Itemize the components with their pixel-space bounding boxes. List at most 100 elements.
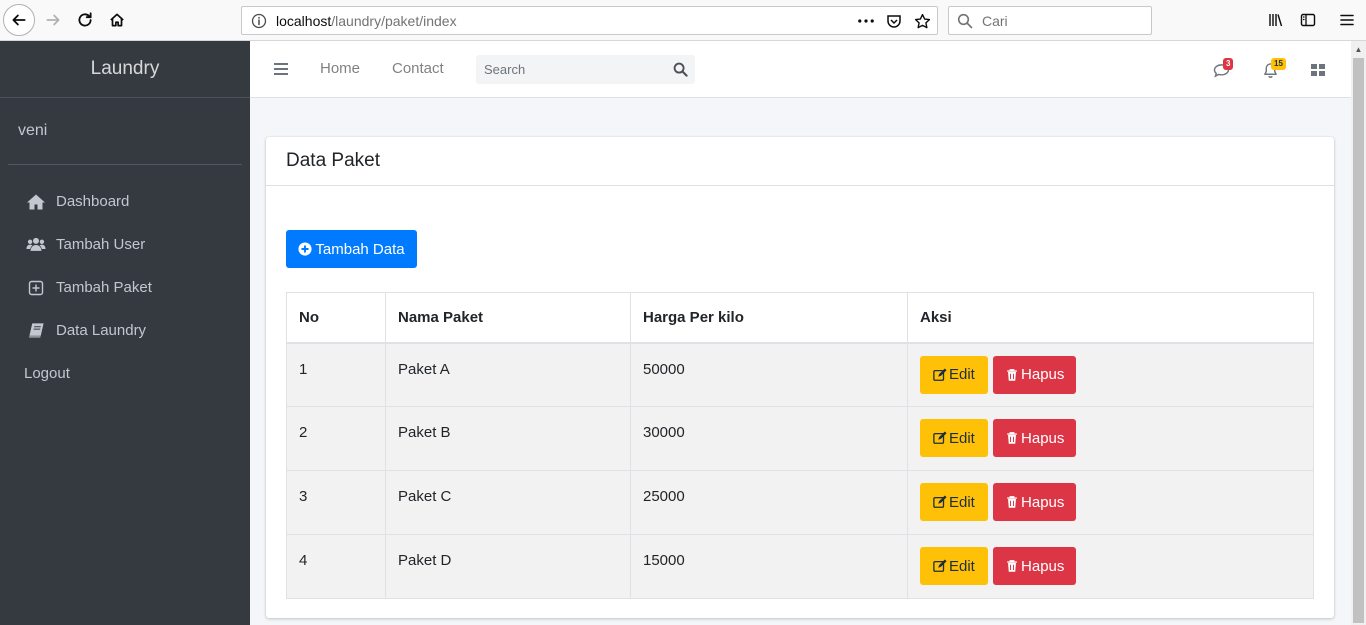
sidebar-item-label: Tambah User [56,236,146,253]
navbar-search: Search [476,55,695,84]
edit-label: Edit [949,366,975,383]
column-header-nama-paket: Nama Paket [385,292,631,344]
trash-icon [1007,432,1017,444]
column-header-harga: Harga Per kilo [630,292,908,344]
forward-button[interactable] [37,4,69,36]
search-input[interactable]: Search [484,62,525,77]
reload-button[interactable] [69,4,101,36]
url-host: localhost [276,13,332,29]
hapus-button[interactable]: Hapus [993,419,1077,457]
address-bar[interactable]: localhost/laundry/paket/index [241,6,938,35]
column-header-no: No [286,292,386,344]
cell-harga: 50000 [630,342,908,407]
table-row: 4 Paket D 15000 Edit Hapus [286,534,1314,599]
cell-aksi: Edit Hapus [907,470,1314,535]
sidebar-toggle-icon[interactable] [1298,10,1318,30]
scroll-up-icon[interactable]: ▲ [1353,43,1364,55]
cell-nama-paket: Paket A [385,342,631,407]
hapus-label: Hapus [1021,366,1065,383]
browser-search-box[interactable]: Cari [948,6,1152,35]
notifications-badge: 15 [1271,58,1286,70]
more-actions-icon[interactable] [857,11,875,31]
scrollbar-thumb[interactable] [1353,58,1364,623]
sidebar-item-tambah-user[interactable]: Tambah User [0,223,250,266]
browser-search-placeholder: Cari [982,13,1008,29]
apps-button[interactable] [1308,60,1328,80]
bookmark-star-icon[interactable] [913,11,931,31]
trash-icon [1007,560,1017,572]
hapus-button[interactable]: Hapus [993,483,1077,521]
grid-icon [1311,64,1325,76]
table-header-row: No Nama Paket Harga Per kilo Aksi [286,292,1314,344]
search-icon [957,13,973,29]
sidebar-item-data-laundry[interactable]: Data Laundry [0,309,250,352]
sidebar-nav: Dashboard Tambah User Tambah Paket Data … [0,165,250,395]
sidebar-item-label: Data Laundry [56,322,147,339]
book-icon [26,322,46,340]
cell-no: 3 [286,470,386,535]
sidebar-item-tambah-paket[interactable]: Tambah Paket [0,266,250,309]
edit-icon [933,431,947,444]
menu-icon[interactable] [1337,10,1357,30]
hapus-label: Hapus [1021,429,1065,447]
edit-button[interactable]: Edit [920,419,988,457]
reload-icon [78,12,92,27]
sidebar-item-dashboard[interactable]: Dashboard [0,180,250,223]
back-button[interactable] [3,4,35,36]
edit-label: Edit [949,429,975,447]
edit-label: Edit [949,493,975,511]
user-name[interactable]: veni [18,122,47,140]
hapus-label: Hapus [1021,557,1065,575]
arrow-left-icon [12,14,26,26]
cell-no: 2 [286,406,386,471]
table-row: 3 Paket C 25000 Edit Hapus [286,470,1314,535]
sidebar-item-logout[interactable]: Logout [0,352,250,395]
table-row: 1 Paket A 50000 Edit Hapus [286,342,1314,407]
arrow-right-icon [46,14,60,26]
cell-aksi: Edit Hapus [907,534,1314,599]
hapus-button[interactable]: Hapus [993,355,1077,394]
edit-label: Edit [949,557,975,575]
card-title: Data Paket [266,137,1334,186]
nav-link-home[interactable]: Home [320,60,360,77]
brand-link[interactable]: Laundry [0,41,250,98]
search-icon[interactable] [673,62,688,77]
notifications-button[interactable]: 15 [1260,58,1286,80]
sidebar-item-label: Tambah Paket [56,279,152,296]
home-icon [110,13,124,27]
home-icon [26,193,46,211]
edit-icon [933,367,947,381]
cell-nama-paket: Paket B [385,406,631,471]
messages-button[interactable]: 3 [1211,58,1234,80]
hamburger-icon[interactable] [273,62,289,76]
library-icon[interactable] [1266,10,1286,30]
cell-nama-paket: Paket C [385,470,631,535]
cell-no: 4 [286,534,386,599]
cell-aksi: Edit Hapus [907,406,1314,471]
column-header-aksi: Aksi [907,292,1314,344]
hapus-label: Hapus [1021,493,1065,511]
pocket-icon[interactable] [885,11,903,31]
hapus-button[interactable]: Hapus [993,547,1077,585]
user-panel: veni [8,98,242,165]
cell-aksi: Edit Hapus [907,342,1314,407]
browser-toolbar: localhost/laundry/paket/index Cari [0,0,1366,41]
url-text[interactable]: localhost/laundry/paket/index [276,13,457,29]
cell-harga: 15000 [630,534,908,599]
nav-link-contact[interactable]: Contact [392,60,444,77]
logout-label: Logout [24,365,70,382]
info-icon[interactable] [251,13,267,29]
edit-icon [933,559,947,572]
table-row: 2 Paket B 30000 Edit Hapus [286,406,1314,471]
tambah-data-button[interactable]: Tambah Data [286,230,417,268]
plus-circle-icon [298,242,312,256]
home-button[interactable] [101,4,133,36]
edit-button[interactable]: Edit [920,355,988,394]
users-icon [26,236,46,254]
trash-icon [1007,368,1017,381]
data-paket-card: Data Paket Tambah Data No Nama Paket Har… [266,137,1334,618]
edit-button[interactable]: Edit [920,547,988,585]
edit-button[interactable]: Edit [920,483,988,521]
cell-harga: 30000 [630,406,908,471]
trash-icon [1007,496,1017,508]
